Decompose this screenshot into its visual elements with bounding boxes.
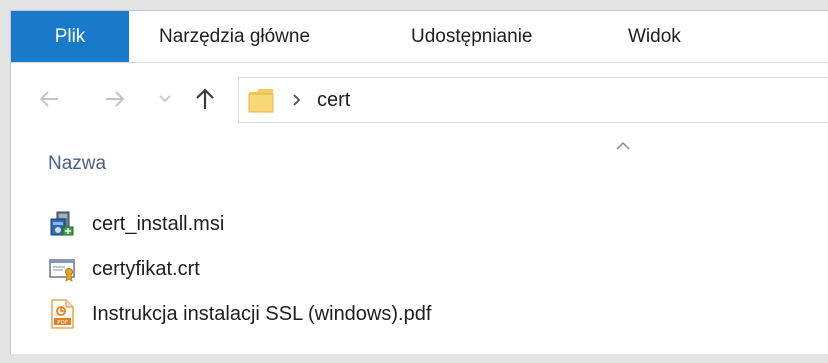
- chevron-down-icon: [159, 95, 171, 103]
- column-header-name[interactable]: Nazwa: [48, 153, 106, 175]
- certificate-icon: [48, 253, 80, 285]
- pdf-file-icon: PDF: [48, 298, 80, 330]
- file-item[interactable]: certyfikat.crt: [48, 252, 200, 286]
- file-name: cert_install.msi: [92, 212, 225, 235]
- msi-installer-icon: [48, 208, 80, 240]
- chevron-right-icon[interactable]: [287, 88, 307, 112]
- address-path-segment[interactable]: cert: [317, 78, 350, 122]
- back-button[interactable]: [35, 85, 63, 113]
- explorer-window: Plik Narzędzia główne Udostępnianie Wido…: [10, 10, 828, 354]
- arrow-right-icon: [106, 91, 125, 107]
- ribbon: Plik Narzędzia główne Udostępnianie Wido…: [11, 11, 828, 63]
- svg-text:PDF: PDF: [57, 320, 68, 326]
- file-item[interactable]: cert_install.msi: [48, 207, 224, 241]
- tab-plik[interactable]: Plik: [11, 11, 129, 62]
- arrow-left-icon: [39, 91, 58, 107]
- file-name: Instrukcja instalacji SSL (windows).pdf: [92, 302, 432, 325]
- up-button[interactable]: [191, 85, 219, 113]
- arrow-up-icon: [196, 88, 214, 109]
- file-item[interactable]: PDF Instrukcja instalacji SSL (windows).…: [48, 297, 431, 331]
- navigation-bar: cert: [11, 63, 828, 133]
- file-name: certyfikat.crt: [92, 257, 200, 280]
- tab-narzedzia-glowne[interactable]: Narzędzia główne: [159, 11, 310, 62]
- forward-button[interactable]: [101, 85, 129, 113]
- recent-locations-button[interactable]: [151, 85, 179, 113]
- folder-icon: [247, 86, 275, 119]
- tab-udostepnianie[interactable]: Udostępnianie: [411, 11, 532, 62]
- tab-widok[interactable]: Widok: [628, 11, 681, 62]
- sort-ascending-icon: [616, 141, 630, 150]
- address-bar[interactable]: cert: [238, 77, 828, 123]
